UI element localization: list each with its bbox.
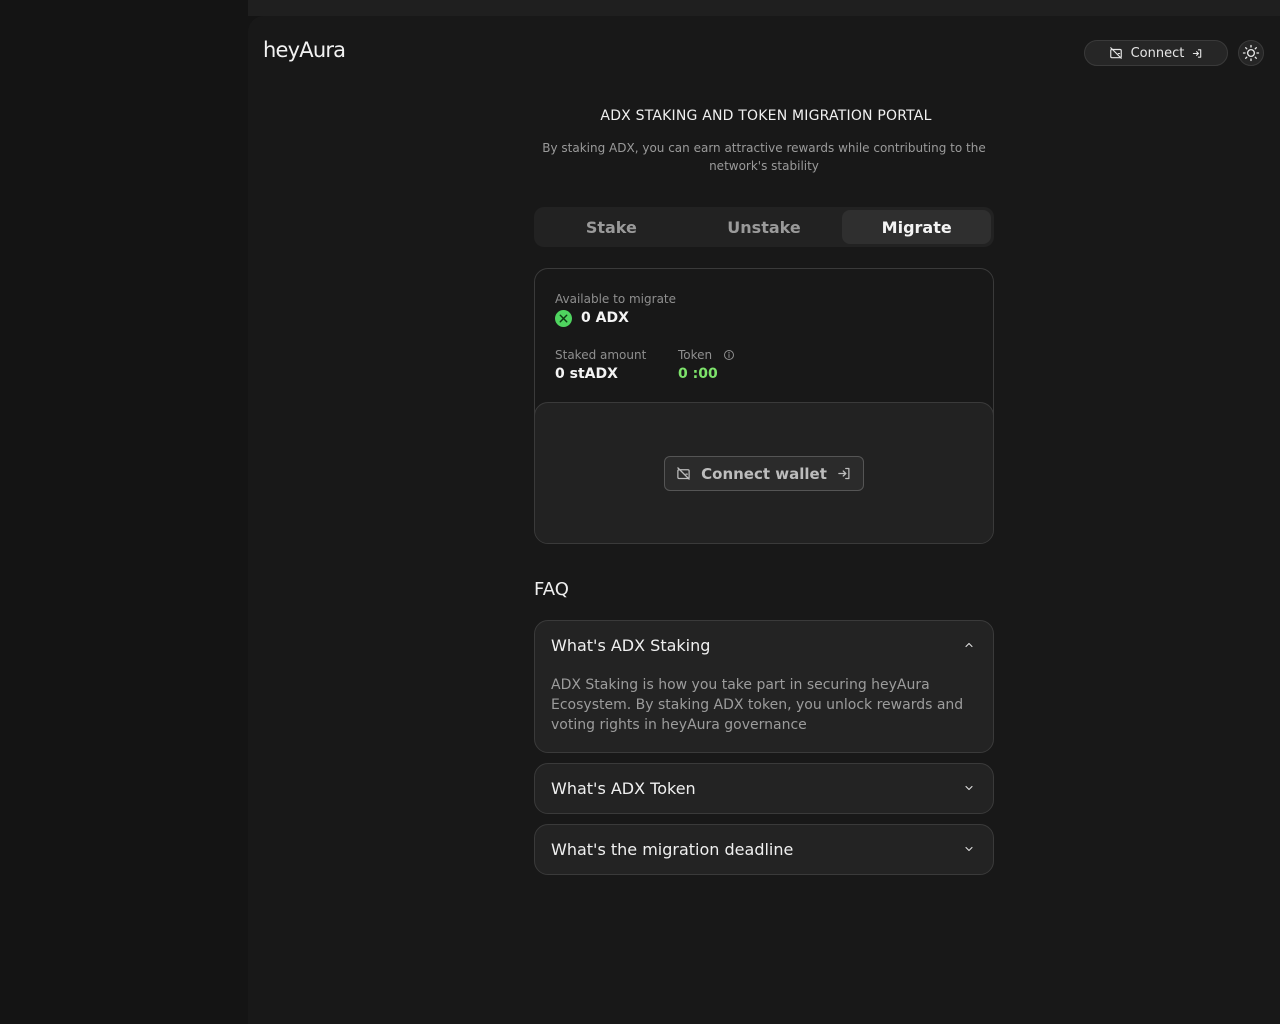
faq-question: What's ADX Token (551, 779, 696, 798)
faq-answer: ADX Staking is how you take part in secu… (551, 677, 964, 733)
tab-bar: Stake Unstake Migrate (534, 207, 994, 247)
logo[interactable]: heyAura (263, 38, 346, 62)
available-label: Available to migrate (555, 292, 677, 306)
wallet-off-icon (1109, 46, 1123, 60)
page-subtitle: By staking ADX, you can earn attractive … (542, 141, 986, 173)
tab-stake[interactable]: Stake (537, 210, 686, 244)
connect-label: Connect (1130, 45, 1185, 61)
chevron-down-icon[interactable] (963, 782, 975, 794)
available-value: 0 ADX (581, 310, 629, 326)
token-value: 0 :00 (678, 366, 718, 382)
top-strip (248, 0, 1280, 16)
connect-wallet-button[interactable]: Connect wallet (664, 456, 864, 491)
faq-item-adx-token[interactable]: What's ADX Token (534, 763, 994, 814)
faq-question: What's ADX Staking (551, 636, 711, 655)
chevron-down-icon[interactable] (963, 843, 975, 855)
staked-label: Staked amount (555, 348, 647, 362)
sun-icon (1242, 44, 1260, 62)
login-icon (837, 466, 852, 481)
token-label: Token (678, 348, 713, 362)
tab-migrate[interactable]: Migrate (842, 210, 992, 244)
connect-wallet-label: Connect wallet (701, 464, 827, 483)
faq-title: FAQ (534, 579, 569, 600)
login-icon (1192, 48, 1203, 59)
chevron-up-icon[interactable] (963, 639, 975, 651)
faq-item-adx-staking[interactable]: What's ADX Staking ADX Staking is how yo… (534, 620, 994, 753)
theme-toggle-button[interactable] (1238, 40, 1264, 66)
staked-value: 0 stADX (555, 366, 618, 382)
info-icon[interactable] (723, 349, 735, 361)
tab-unstake[interactable]: Unstake (690, 210, 839, 244)
connect-button[interactable]: Connect (1084, 40, 1228, 66)
wallet-off-icon (676, 466, 691, 481)
adx-token-icon (555, 310, 572, 327)
migrate-card: Available to migrate 0 ADX Staked amount… (534, 268, 994, 544)
wallet-panel: Connect wallet (535, 402, 993, 543)
faq-question: What's the migration deadline (551, 840, 794, 859)
faq-item-migration-deadline[interactable]: What's the migration deadline (534, 824, 994, 875)
page-title: ADX STAKING AND TOKEN MIGRATION PORTAL (600, 108, 932, 124)
